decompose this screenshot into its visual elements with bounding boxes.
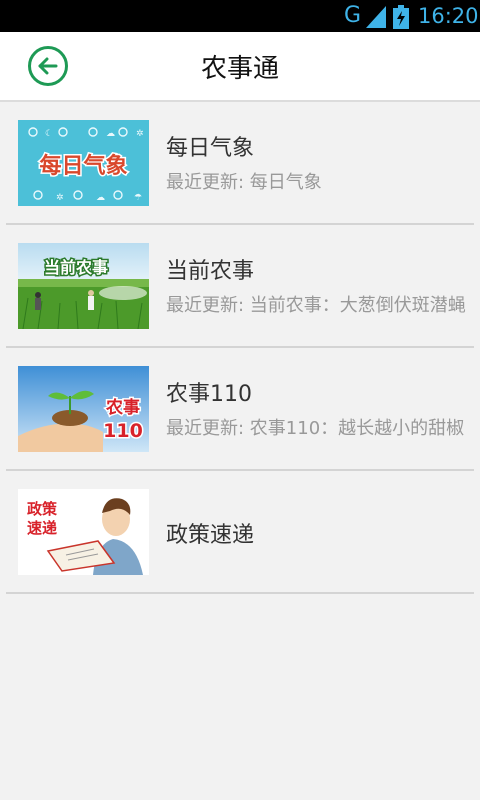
thumb-text-line-1: 政策 <box>27 500 58 518</box>
svg-text:✲: ✲ <box>56 193 64 203</box>
svg-text:✲: ✲ <box>136 129 144 139</box>
reading-person-thumbnail: 政策 速递 <box>18 489 149 575</box>
thumb-text: 每日气象 <box>39 153 127 179</box>
list-item-farming-110[interactable]: 农事 110 农事110 最近更新: 农事110：越长越小的甜椒 <box>6 348 474 471</box>
app-header: 农事通 <box>0 32 480 102</box>
status-bar: G 16:20 <box>0 0 480 32</box>
thumb-text-line-1: 农事 <box>105 397 140 418</box>
item-title: 政策速递 <box>166 523 255 548</box>
farm-field-thumbnail: 当前农事 <box>18 243 149 329</box>
signal-icon <box>366 6 386 28</box>
thumb-text: 当前农事 <box>44 258 108 277</box>
page-title: 农事通 <box>200 54 279 84</box>
item-subtitle: 最近更新: 农事110：越长越小的甜椒 <box>166 418 465 439</box>
thumb-text-line-2: 速递 <box>27 519 57 537</box>
thumb-text-line-2: 110 <box>103 420 143 442</box>
svg-text:☁: ☁ <box>106 129 115 139</box>
battery-charging-icon <box>393 5 409 29</box>
list-item-policy-express[interactable]: 政策 速递 政策速递 <box>6 471 474 594</box>
item-title: 农事110 <box>166 382 252 407</box>
svg-text:☂: ☂ <box>134 193 142 203</box>
item-subtitle: 最近更新: 每日气象 <box>166 172 322 193</box>
item-title: 当前农事 <box>166 259 255 284</box>
svg-text:☾: ☾ <box>45 129 53 139</box>
clock: 16:20 <box>418 4 479 28</box>
list-item-current-farming[interactable]: 当前农事 当前农事 最近更新: 当前农事：大葱倒伏斑潜蝇 <box>6 225 474 348</box>
list-item-daily-weather[interactable]: ☾ ☁ ✲ ✲ ☁ ☂ 每日气象 每日气象 最近更新: 每日气象 <box>6 102 474 225</box>
network-type-label: G <box>344 3 362 28</box>
item-title: 每日气象 <box>166 136 255 161</box>
weather-thumbnail: ☾ ☁ ✲ ✲ ☁ ☂ 每日气象 <box>18 120 149 206</box>
svg-text:☁: ☁ <box>96 193 105 203</box>
category-list: ☾ ☁ ✲ ✲ ☁ ☂ 每日气象 每日气象 最近更新: 每日气象 当前农事 当前… <box>6 102 474 594</box>
item-subtitle: 最近更新: 当前农事：大葱倒伏斑潜蝇 <box>166 295 466 316</box>
seedling-hand-thumbnail: 农事 110 <box>18 366 149 452</box>
